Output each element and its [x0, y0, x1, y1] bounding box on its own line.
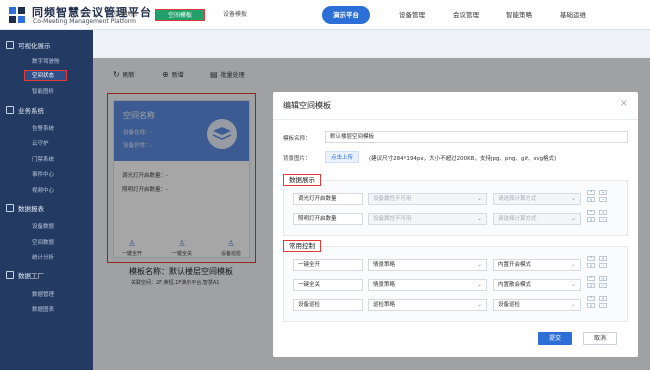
- sidebar-item-space-status[interactable]: 空间状态: [24, 70, 67, 81]
- modal-title: 编辑空间模板: [283, 101, 331, 110]
- move-up-icon[interactable]: ^: [587, 296, 595, 301]
- chevron-down-icon: ⌄: [570, 281, 576, 288]
- move-down-icon[interactable]: v: [587, 303, 595, 308]
- remove-row-icon[interactable]: −: [599, 197, 607, 202]
- remove-row-icon[interactable]: −: [599, 217, 607, 222]
- tab-space-template[interactable]: 空间模板: [155, 9, 205, 21]
- cancel-button[interactable]: 取消: [583, 332, 617, 345]
- sidebar-item-access[interactable]: 门禁系统: [32, 155, 54, 163]
- move-up-icon[interactable]: ^: [587, 276, 595, 281]
- add-row-icon[interactable]: +: [599, 256, 607, 261]
- sidebar: [0, 30, 93, 370]
- move-down-icon[interactable]: v: [587, 283, 595, 288]
- factory-icon: [6, 271, 14, 279]
- remove-row-icon[interactable]: −: [599, 263, 607, 268]
- upload-hint: (建议尺寸284*194px，大小不超过200KB，支持jpg、png、gif、…: [369, 156, 557, 162]
- chevron-down-icon: ⌄: [476, 215, 482, 222]
- chevron-down-icon: ⌄: [476, 261, 482, 268]
- data-display-section: [283, 180, 628, 236]
- control-row-1-mode[interactable]: 内置开会模式 ⌄: [493, 259, 581, 271]
- nav-basic-ops[interactable]: 基础运维: [553, 6, 593, 24]
- sidebar-item-cloud-guard[interactable]: 云守护: [32, 139, 49, 147]
- move-up-icon[interactable]: ^: [587, 256, 595, 261]
- display-row-2-attr: 设备属性不可用 ⌄: [368, 213, 487, 225]
- nav-device-management[interactable]: 设备管理: [392, 6, 432, 24]
- sidebar-item-smart-analysis[interactable]: 智能图析: [32, 87, 54, 95]
- chevron-down-icon: ⌄: [476, 281, 482, 288]
- sidebar-item-data-charts[interactable]: 数据图表: [32, 305, 54, 313]
- system-icon: [6, 106, 14, 114]
- chevron-down-icon: ⌄: [570, 195, 576, 202]
- tab-space-status[interactable]: 空间状态: [104, 9, 146, 21]
- template-name-input[interactable]: 默认楼层空间模板: [325, 131, 628, 143]
- control-row-3-strategy[interactable]: 巡检策略 ⌄: [368, 299, 487, 311]
- control-row-1-strategy[interactable]: 情景策略 ⌄: [368, 259, 487, 271]
- display-row-1-name[interactable]: 调光灯开启数量: [293, 193, 363, 205]
- sidebar-item-video[interactable]: 视频中心: [32, 186, 54, 194]
- chevron-down-icon: ⌄: [476, 301, 482, 308]
- sidebar-group-factory[interactable]: 数据工厂: [6, 270, 44, 280]
- top-bar: 同频智慧会议管理平台 Co-Meeting Management Platfor…: [0, 0, 650, 30]
- submit-button[interactable]: 提交: [538, 332, 572, 345]
- control-row-2-mode[interactable]: 内置散会模式 ⌄: [493, 279, 581, 291]
- add-row-icon[interactable]: +: [599, 210, 607, 215]
- display-row-2-calc[interactable]: 请选择计算方式 ⌄: [493, 213, 581, 225]
- control-row-2-name[interactable]: 一键全关: [293, 279, 363, 291]
- add-row-icon[interactable]: +: [599, 190, 607, 195]
- nav-demo-platform[interactable]: 演示平台: [322, 6, 370, 24]
- add-row-icon[interactable]: +: [599, 296, 607, 301]
- display-row-2-name[interactable]: 照明灯开启数量: [293, 213, 363, 225]
- display-row-1-attr: 设备属性不可用 ⌄: [368, 193, 487, 205]
- control-row-2-strategy[interactable]: 情景策略 ⌄: [368, 279, 487, 291]
- move-down-icon[interactable]: v: [587, 197, 595, 202]
- move-down-icon[interactable]: v: [587, 217, 595, 222]
- chevron-down-icon: ⌄: [570, 215, 576, 222]
- display-row-1-calc[interactable]: 请选择计算方式 ⌄: [493, 193, 581, 205]
- nav-smart-strategy[interactable]: 智能策略: [499, 6, 539, 24]
- section-title-data-display: 数据展示: [283, 174, 321, 186]
- tab-device-template[interactable]: 设备模板: [214, 9, 256, 21]
- control-row-1-name[interactable]: 一键全开: [293, 259, 363, 271]
- grid-icon: [6, 41, 14, 49]
- close-icon[interactable]: ×: [620, 98, 628, 109]
- chevron-down-icon: ⌄: [476, 195, 482, 202]
- remove-row-icon[interactable]: −: [599, 303, 607, 308]
- sidebar-item-device-data[interactable]: 设备数据: [32, 222, 54, 230]
- control-row-3-name[interactable]: 设备巡检: [293, 299, 363, 311]
- move-up-icon[interactable]: ^: [587, 210, 595, 215]
- control-row-3-mode[interactable]: 设备巡检 ⌄: [493, 299, 581, 311]
- chevron-down-icon: ⌄: [570, 261, 576, 268]
- template-name-label: 模板名称：: [283, 136, 311, 142]
- sidebar-item-cockpit[interactable]: 数字驾驶舱: [32, 57, 60, 65]
- section-title-common-controls: 常用控制: [283, 240, 321, 252]
- bg-image-label: 背景图片：: [283, 156, 311, 162]
- tabs-bar: [93, 30, 650, 58]
- sidebar-item-space-data[interactable]: 空间数据: [32, 238, 54, 246]
- sidebar-group-business[interactable]: 业务系统: [6, 105, 44, 115]
- upload-button[interactable]: 点击上传: [325, 151, 359, 163]
- report-icon: [6, 204, 14, 212]
- sidebar-item-statistics[interactable]: 统计分析: [32, 253, 54, 261]
- add-row-icon[interactable]: +: [599, 276, 607, 281]
- nav-meeting-management[interactable]: 会议管理: [446, 6, 486, 24]
- sidebar-item-data-management[interactable]: 数据管理: [32, 290, 54, 298]
- move-up-icon[interactable]: ^: [587, 190, 595, 195]
- move-down-icon[interactable]: v: [587, 263, 595, 268]
- logo-icon: [9, 7, 25, 23]
- chevron-down-icon: ⌄: [570, 301, 576, 308]
- edit-template-modal: 编辑空间模板 × 模板名称： 默认楼层空间模板 背景图片： 点击上传 (建议尺寸…: [273, 92, 638, 357]
- modal-divider: [273, 119, 638, 120]
- sidebar-group-reports[interactable]: 数据报表: [6, 203, 44, 213]
- sidebar-item-alarm[interactable]: 告警系统: [32, 124, 54, 132]
- remove-row-icon[interactable]: −: [599, 283, 607, 288]
- sidebar-item-events[interactable]: 事件中心: [32, 170, 54, 178]
- sidebar-group-visual[interactable]: 可视化展示: [6, 40, 51, 50]
